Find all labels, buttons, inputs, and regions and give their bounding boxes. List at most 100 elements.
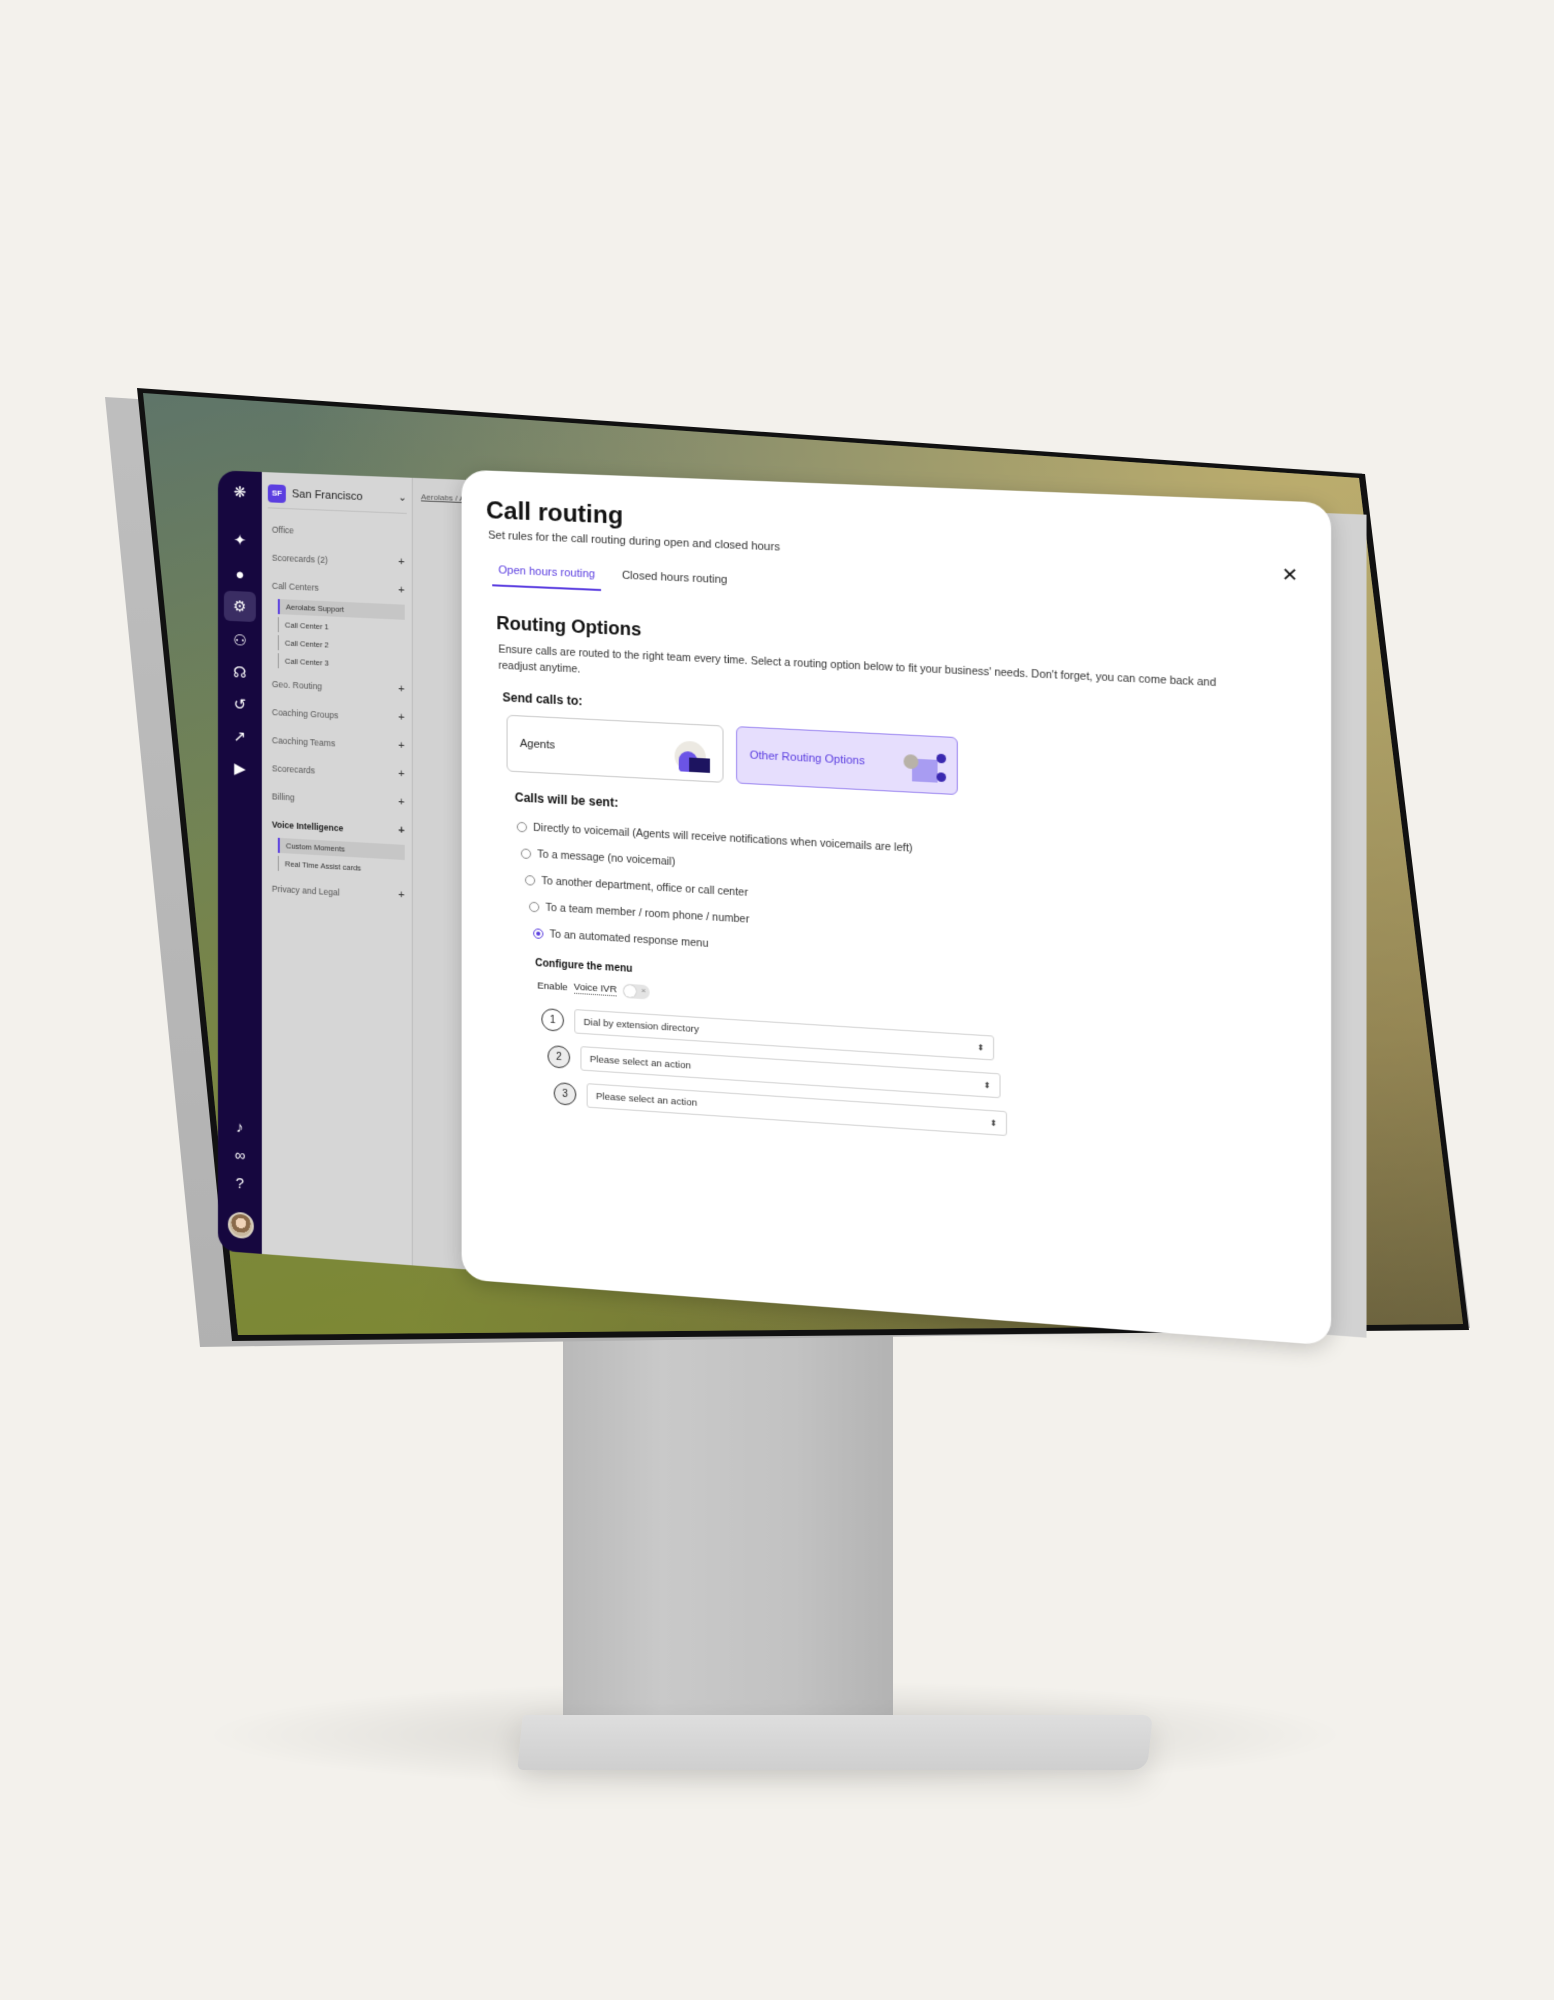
agents-card-label: Agents xyxy=(519,737,555,752)
select-arrows-icon: ⬍ xyxy=(983,1080,991,1090)
ivr-label-prefix: Enable xyxy=(537,979,568,993)
menu-key-number: 1 xyxy=(541,1007,564,1032)
user-icon[interactable]: ● xyxy=(218,558,262,590)
select-value: Dial by extension directory xyxy=(583,1016,699,1035)
plus-icon[interactable]: + xyxy=(398,889,405,901)
chevron-down-icon: ⌄ xyxy=(398,492,407,504)
sidebar-item-label: Call Centers xyxy=(271,580,319,593)
radio-label: To a team member / room phone / number xyxy=(545,901,750,926)
routing-illustration-icon xyxy=(903,746,947,787)
org-name: San Francisco xyxy=(291,487,363,503)
sidebar-item-label: Office xyxy=(271,524,294,536)
configure-menu-label: Configure the menu xyxy=(535,957,633,975)
radio-label: To a message (no voicemail) xyxy=(537,848,676,869)
help-icon[interactable]: ? xyxy=(218,1167,262,1200)
logo-icon[interactable]: ❋ xyxy=(218,476,262,508)
select-value: Please select an action xyxy=(595,1090,698,1109)
radio-another-department[interactable]: To another department, office or call ce… xyxy=(524,874,749,900)
select-arrows-icon: ⬍ xyxy=(977,1042,985,1053)
sidebar-item-label: Privacy and Legal xyxy=(271,883,340,898)
sidebar-item-label: Geo. Routing xyxy=(271,678,323,692)
radio-button[interactable] xyxy=(529,901,540,913)
sidebar-item-geo-routing[interactable]: Geo. Routing + xyxy=(272,679,405,696)
nav-rail: ❋ ✦ ● ⚙ ⚇ ☊ ↺ ↗ ▶ ♪ ∞ ? xyxy=(217,470,262,1254)
org-badge: SF xyxy=(267,483,286,503)
routing-options-description: Ensure calls are routed to the right tea… xyxy=(498,643,1217,690)
product-mockup-scene: ❋ ✦ ● ⚙ ⚇ ☊ ↺ ↗ ▶ ♪ ∞ ? SF San Francisco… xyxy=(0,0,1554,2000)
calls-will-be-sent-label: Calls will be sent: xyxy=(514,790,619,810)
menu-key-number: 3 xyxy=(553,1081,577,1106)
sidebar-item-label: Scorecards (2) xyxy=(271,552,328,566)
headset-icon[interactable]: ☊ xyxy=(218,656,262,688)
sparkle-icon[interactable]: ✦ xyxy=(218,524,262,556)
gear-icon[interactable]: ⚙ xyxy=(223,590,256,623)
sidebar-subitem-call-center-2[interactable]: Call Center 2 xyxy=(277,635,405,657)
settings-sidebar: SF San Francisco ⌄ Office Scorecards (2)… xyxy=(261,472,413,1266)
sidebar-item-scorecards[interactable]: Scorecards + xyxy=(272,763,405,780)
select-arrows-icon: ⬍ xyxy=(990,1117,998,1128)
plus-icon[interactable]: + xyxy=(398,556,405,568)
call-routing-modal: Call routing Set rules for the call rout… xyxy=(461,469,1332,1346)
send-calls-label: Send calls to: xyxy=(502,690,583,709)
sidebar-item-label: Billing xyxy=(271,791,295,803)
radio-automated-menu[interactable]: To an automated response menu xyxy=(533,927,708,950)
plus-icon[interactable]: + xyxy=(398,824,405,836)
app-window: ❋ ✦ ● ⚙ ⚇ ☊ ↺ ↗ ▶ ♪ ∞ ? SF San Francisco… xyxy=(210,469,1398,1361)
sidebar-item-label: Coaching Groups xyxy=(271,707,339,721)
radio-button-checked[interactable] xyxy=(533,928,544,940)
monitor-stand-foot xyxy=(517,1715,1153,1770)
video-settings-icon[interactable]: ▶ xyxy=(218,752,262,784)
plus-icon[interactable]: + xyxy=(398,711,405,723)
toggle-knob xyxy=(624,984,637,998)
sidebar-item-coaching-groups[interactable]: Coaching Groups + xyxy=(272,707,405,724)
team-icon[interactable]: ⚇ xyxy=(218,624,262,656)
other-routing-options-card[interactable]: Other Routing Options xyxy=(736,726,958,796)
radio-label: To another department, office or call ce… xyxy=(541,874,749,900)
plus-icon[interactable]: + xyxy=(398,768,405,780)
sidebar-item-label: Voice Intelligence xyxy=(271,819,344,834)
routing-tabs: Open hours routing Closed hours routing xyxy=(492,559,734,597)
plus-icon[interactable]: + xyxy=(398,740,405,752)
radio-button[interactable] xyxy=(520,848,532,860)
sidebar-item-label: Scorecards xyxy=(271,763,315,776)
sidebar-item-office[interactable]: Office xyxy=(272,525,405,541)
radio-button[interactable] xyxy=(516,821,528,833)
sidebar-item-coaching-teams[interactable]: Caoching Teams + xyxy=(272,735,405,752)
menu-key-number: 2 xyxy=(547,1044,571,1069)
sidebar-item-scorecards-2[interactable]: Scorecards (2) + xyxy=(272,553,405,569)
modal-subtitle: Set rules for the call routing during op… xyxy=(488,529,780,554)
plus-icon[interactable]: + xyxy=(398,796,405,808)
tab-closed-hours-routing[interactable]: Closed hours routing xyxy=(616,565,734,597)
routing-options-heading: Routing Options xyxy=(496,612,642,640)
agent-illustration-icon xyxy=(670,734,712,775)
sidebar-item-voice-intelligence[interactable]: Voice Intelligence + xyxy=(272,819,405,836)
radio-message[interactable]: To a message (no voicemail) xyxy=(520,847,676,869)
tab-open-hours-routing[interactable]: Open hours routing xyxy=(492,559,602,592)
voice-ivr-toggle[interactable]: × xyxy=(623,983,650,1000)
sidebar-item-label: Caoching Teams xyxy=(271,735,336,749)
plus-icon[interactable]: + xyxy=(398,584,405,596)
radio-button[interactable] xyxy=(524,874,536,886)
agents-option-card[interactable]: Agents xyxy=(506,714,724,783)
sidebar-subitem-aerolabs-support[interactable]: Aerolabs Support xyxy=(277,599,405,620)
sidebar-item-call-centers[interactable]: Call Centers + xyxy=(272,581,405,597)
enable-voice-ivr-row: Enable Voice IVR × xyxy=(537,978,650,1000)
sidebar-subitem-call-center-1[interactable]: Call Center 1 xyxy=(277,617,405,639)
trend-icon[interactable]: ↗ xyxy=(218,720,262,752)
modal-title: Call routing xyxy=(486,496,624,530)
radio-label: To an automated response menu xyxy=(549,928,709,950)
sidebar-subitem-call-center-3[interactable]: Call Center 3 xyxy=(277,653,405,675)
monitor-stand-neck xyxy=(563,1330,893,1750)
plus-icon[interactable]: + xyxy=(398,683,405,695)
history-icon[interactable]: ↺ xyxy=(218,688,262,720)
radio-label: Directly to voicemail (Agents will recei… xyxy=(533,821,913,855)
other-routing-card-label: Other Routing Options xyxy=(749,749,865,768)
sidebar-item-privacy-and-legal[interactable]: Privacy and Legal + xyxy=(272,884,405,902)
org-switcher[interactable]: SF San Francisco ⌄ xyxy=(267,478,407,514)
sidebar-item-billing[interactable]: Billing + xyxy=(272,791,405,808)
close-icon[interactable]: ✕ xyxy=(1281,564,1298,587)
avatar[interactable] xyxy=(227,1211,254,1240)
radio-team-member[interactable]: To a team member / room phone / number xyxy=(529,901,749,926)
ivr-label-term[interactable]: Voice IVR xyxy=(573,981,617,997)
sidebar-subitem-real-time-assist-cards[interactable]: Real Time Assist cards xyxy=(277,855,405,879)
